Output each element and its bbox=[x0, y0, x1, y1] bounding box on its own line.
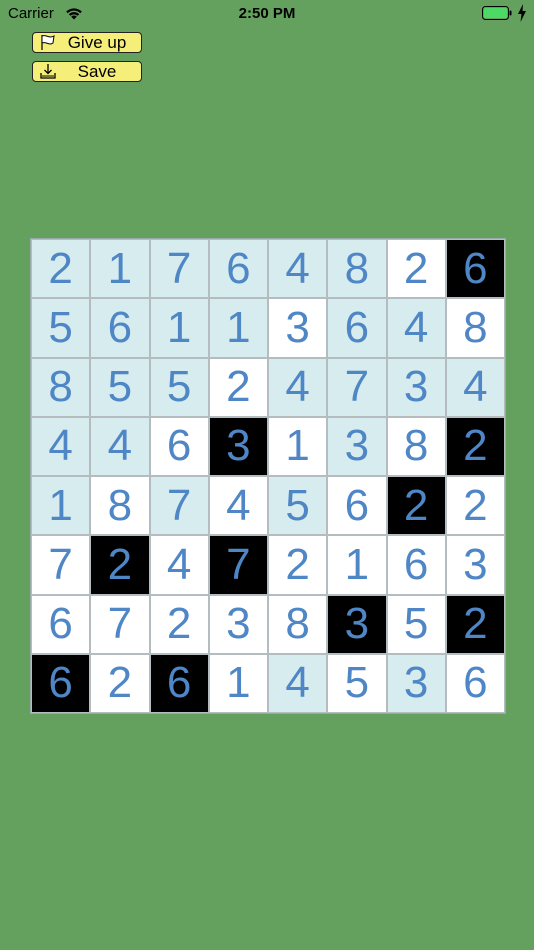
board-cell[interactable]: 7 bbox=[149, 239, 209, 299]
charging-bolt-icon bbox=[518, 4, 526, 22]
battery-icon bbox=[482, 6, 512, 20]
flag-icon bbox=[41, 35, 55, 50]
board-cell[interactable]: 4 bbox=[386, 298, 446, 358]
board-cell[interactable]: 8 bbox=[327, 239, 387, 299]
board-cell[interactable]: 6 bbox=[208, 239, 268, 299]
board-cell[interactable]: 4 bbox=[208, 476, 268, 536]
board-cell[interactable]: 2 bbox=[386, 476, 446, 536]
board-cell[interactable]: 5 bbox=[386, 594, 446, 654]
board-cell[interactable]: 3 bbox=[386, 653, 446, 713]
board-cell[interactable]: 6 bbox=[149, 416, 209, 476]
board-cell[interactable]: 2 bbox=[386, 239, 446, 299]
board-cell[interactable]: 4 bbox=[445, 357, 505, 417]
board-cell[interactable]: 3 bbox=[386, 357, 446, 417]
board-cell[interactable]: 5 bbox=[31, 298, 91, 358]
board-cell[interactable]: 6 bbox=[445, 653, 505, 713]
board-cell[interactable]: 1 bbox=[268, 416, 328, 476]
board-cell[interactable]: 1 bbox=[208, 298, 268, 358]
board-cell[interactable]: 1 bbox=[149, 298, 209, 358]
board-cell[interactable]: 2 bbox=[149, 594, 209, 654]
board-cell[interactable]: 3 bbox=[208, 594, 268, 654]
board-cell[interactable]: 6 bbox=[386, 535, 446, 595]
board-cell[interactable]: 3 bbox=[208, 416, 268, 476]
board-cell[interactable]: 6 bbox=[149, 653, 209, 713]
save-label: Save bbox=[77, 62, 117, 81]
save-button[interactable]: Save bbox=[32, 61, 142, 82]
board-cell[interactable]: 2 bbox=[31, 239, 91, 299]
board-cell[interactable]: 1 bbox=[31, 476, 91, 536]
board-cell[interactable]: 3 bbox=[327, 594, 387, 654]
board-cell[interactable]: 6 bbox=[31, 594, 91, 654]
download-tray-icon bbox=[40, 64, 56, 79]
board-cell[interactable]: 5 bbox=[149, 357, 209, 417]
board-cell[interactable]: 2 bbox=[90, 535, 150, 595]
board-cell[interactable]: 8 bbox=[31, 357, 91, 417]
board-cell[interactable]: 8 bbox=[90, 476, 150, 536]
board-cell[interactable]: 6 bbox=[445, 239, 505, 299]
board-cell[interactable]: 5 bbox=[327, 653, 387, 713]
board-cell[interactable]: 2 bbox=[208, 357, 268, 417]
board-cell[interactable]: 6 bbox=[90, 298, 150, 358]
board-cell[interactable]: 8 bbox=[268, 594, 328, 654]
board-cell[interactable]: 4 bbox=[31, 416, 91, 476]
board-cell[interactable]: 1 bbox=[327, 535, 387, 595]
board-cell[interactable]: 4 bbox=[90, 416, 150, 476]
board-cell[interactable]: 1 bbox=[208, 653, 268, 713]
board-cell[interactable]: 4 bbox=[268, 357, 328, 417]
board-cell[interactable]: 2 bbox=[445, 594, 505, 654]
board-cell[interactable]: 2 bbox=[90, 653, 150, 713]
board-cell[interactable]: 2 bbox=[445, 416, 505, 476]
board-cell[interactable]: 7 bbox=[31, 535, 91, 595]
status-bar: Carrier 2:50 PM bbox=[0, 0, 534, 28]
board-cell[interactable]: 7 bbox=[90, 594, 150, 654]
give-up-button[interactable]: Give up bbox=[32, 32, 142, 53]
board-cell[interactable]: 5 bbox=[90, 357, 150, 417]
board-cell[interactable]: 4 bbox=[149, 535, 209, 595]
puzzle-board: 2176482656113648855247344463138218745622… bbox=[30, 238, 506, 714]
clock: 2:50 PM bbox=[238, 5, 296, 22]
board-cell[interactable]: 2 bbox=[268, 535, 328, 595]
board-cell[interactable]: 5 bbox=[268, 476, 328, 536]
board-cell[interactable]: 6 bbox=[327, 476, 387, 536]
board-cell[interactable]: 8 bbox=[445, 298, 505, 358]
board-cell[interactable]: 6 bbox=[31, 653, 91, 713]
board-cell[interactable]: 3 bbox=[327, 416, 387, 476]
give-up-label: Give up bbox=[67, 33, 127, 52]
board-cell[interactable]: 7 bbox=[149, 476, 209, 536]
board-cell[interactable]: 1 bbox=[90, 239, 150, 299]
board-cell[interactable]: 2 bbox=[445, 476, 505, 536]
board-cell[interactable]: 3 bbox=[268, 298, 328, 358]
board-cell[interactable]: 4 bbox=[268, 239, 328, 299]
board-cell[interactable]: 4 bbox=[268, 653, 328, 713]
board-cell[interactable]: 7 bbox=[208, 535, 268, 595]
board-cell[interactable]: 3 bbox=[445, 535, 505, 595]
board-cell[interactable]: 8 bbox=[386, 416, 446, 476]
board-cell[interactable]: 6 bbox=[327, 298, 387, 358]
board-cell[interactable]: 7 bbox=[327, 357, 387, 417]
